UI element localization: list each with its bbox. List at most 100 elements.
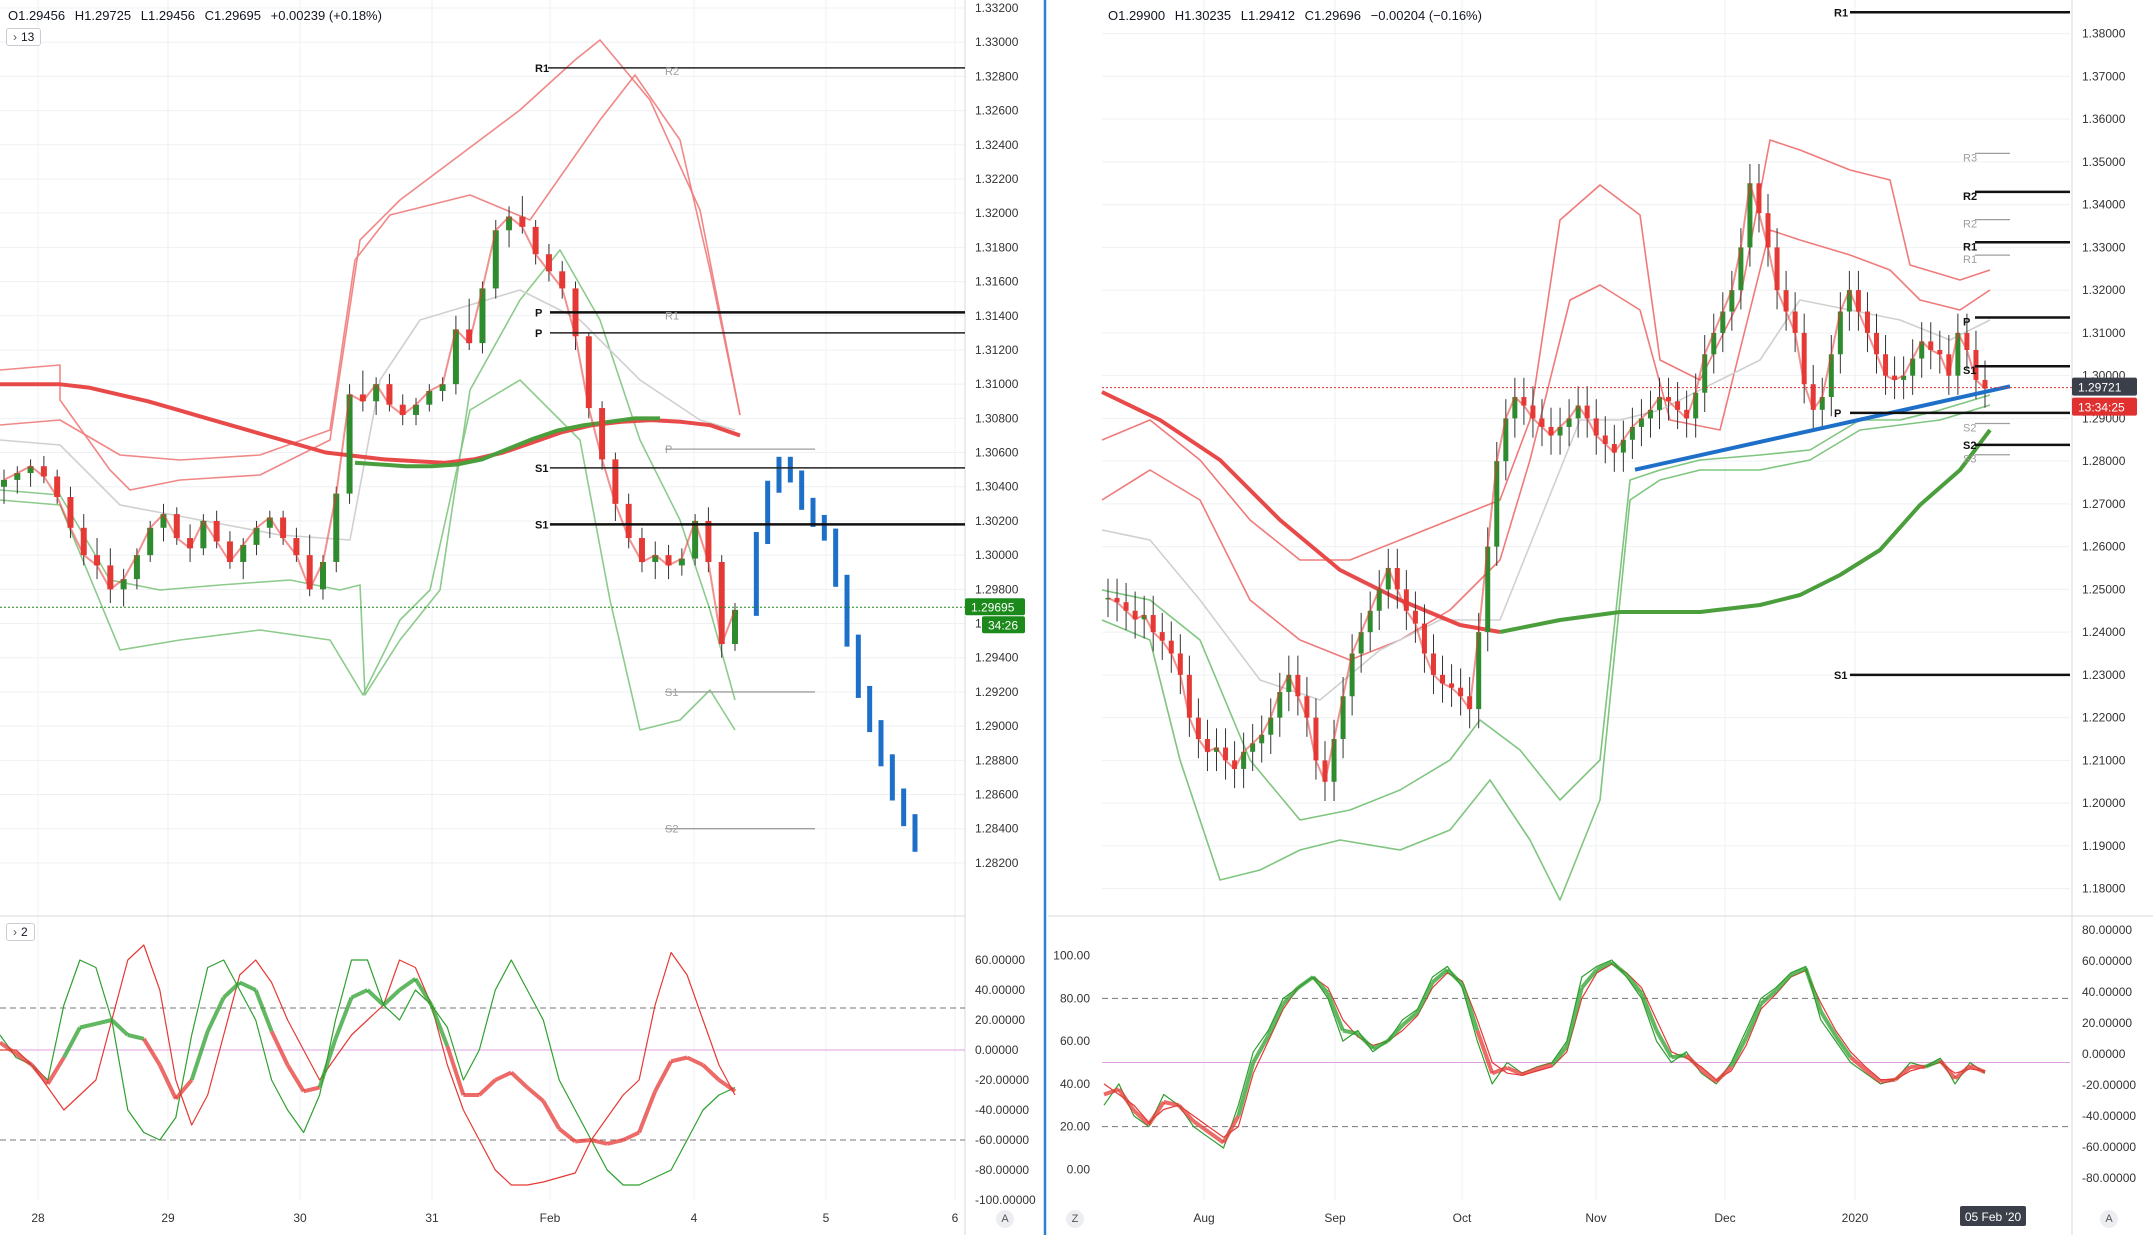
- left-price-tick: 1.32200: [975, 172, 1019, 186]
- bb-lower-outer: [1101, 404, 1991, 901]
- left-osc-tick: -100.00000: [975, 1193, 1036, 1207]
- right-price-tick: 1.34000: [2082, 198, 2126, 212]
- right-price-tick: 1.32000: [2082, 283, 2126, 297]
- left-price-tick: 1.29400: [975, 651, 1019, 665]
- stoch-thick-seg: [1386, 1023, 1405, 1043]
- indicator-count: 13: [21, 30, 35, 44]
- right-price-tick: 1.26000: [2082, 540, 2126, 554]
- left-price-tick: 1.32800: [975, 69, 1019, 83]
- right-osc-left-tick: 0.00: [1067, 1162, 1091, 1176]
- stoch-thick-seg: [1864, 1068, 1882, 1084]
- stoch-thick-seg: [398, 977, 417, 992]
- projection-bar: [810, 497, 816, 527]
- stoch-thick-seg: [1460, 983, 1480, 1032]
- right-osc-right-tick: 20.00000: [2082, 1016, 2132, 1030]
- left-price-tick: 1.28200: [975, 856, 1019, 870]
- stoch-thick-seg: [541, 1100, 561, 1130]
- stoch-thick-seg: [205, 996, 226, 1033]
- stoch-thick-seg: [1491, 1065, 1508, 1076]
- sma-gray: [1101, 299, 1991, 701]
- stoch-thick-seg: [1880, 1077, 1896, 1084]
- stoch-thick-seg: [1625, 973, 1644, 995]
- left-price-tick: 1.30400: [975, 480, 1019, 494]
- stoch-thick-seg: [127, 1033, 145, 1041]
- left-price-tick: 1.31000: [975, 377, 1019, 391]
- right-price-tick: 1.28000: [2082, 454, 2126, 468]
- right-change: −0.00204 (−0.16%): [1370, 8, 1482, 23]
- right-osc-right-tick: 40.00000: [2082, 985, 2132, 999]
- right-osc-right-tick: 80.00000: [2082, 923, 2132, 937]
- projection-bar: [867, 685, 873, 733]
- right-osc-left-tick: 20.00: [1060, 1120, 1090, 1134]
- right-price-tick: 1.25000: [2082, 582, 2126, 596]
- left-osc-tick: -80.00000: [975, 1163, 1029, 1177]
- right-price-tick: 1.24000: [2082, 625, 2126, 639]
- left-indicators-toggle[interactable]: › 13: [6, 28, 42, 46]
- stoch-thick-seg: [1207, 1130, 1225, 1145]
- left-ohlc-readout: O1.29456 H1.29725 L1.29456 C1.29695 +0.0…: [8, 8, 388, 23]
- right-zoom-button[interactable]: Z: [1066, 1210, 1084, 1228]
- stoch-thick-seg: [1356, 1032, 1375, 1051]
- bb-lower-inner: [1101, 394, 1991, 821]
- stoch-thick-seg: [429, 1004, 450, 1048]
- sma-gray: [0, 289, 736, 541]
- stoch-thick-seg: [509, 1071, 529, 1089]
- right-price-tick: 1.19000: [2082, 839, 2126, 853]
- projection-bar: [878, 720, 884, 767]
- right-osc-left-tick: 80.00: [1060, 991, 1090, 1005]
- left-osc-tick: -60.00000: [975, 1133, 1029, 1147]
- pivot-label: R1: [1963, 241, 1977, 253]
- pivot-label: R3: [1963, 152, 1977, 164]
- right-time-tick: Aug: [1193, 1211, 1214, 1225]
- stoch-thick-seg: [1281, 986, 1300, 1006]
- right-time-tick: Oct: [1453, 1211, 1472, 1225]
- left-auto-scale-button[interactable]: A: [996, 1210, 1014, 1228]
- pivot-label: S2: [1963, 423, 1976, 435]
- left-price-tick: 1.31600: [975, 275, 1019, 289]
- stoch-thick-seg: [1774, 973, 1793, 993]
- stoch-thick-seg: [1671, 1053, 1687, 1060]
- pivot-label: R1: [665, 310, 679, 322]
- stoch-thick-seg: [1117, 1088, 1136, 1112]
- left-price-tick: 1.29200: [975, 685, 1019, 699]
- left-price-tick: 1.32600: [975, 104, 1019, 118]
- stoch-thick-seg: [1475, 1029, 1495, 1074]
- left-price-tick: 1.28800: [975, 753, 1019, 767]
- stoch-thick-seg: [653, 1060, 673, 1093]
- last-price-text: 1.29695: [971, 600, 1015, 614]
- countdown-text: 34:26: [988, 618, 1018, 632]
- right-osc-left-tick: 100.00: [1053, 949, 1090, 963]
- stoch-thick-seg: [1894, 1065, 1912, 1082]
- right-time-tick: 2020: [1842, 1211, 1869, 1225]
- right-high: H1.30235: [1174, 8, 1232, 23]
- projection-bar: [821, 514, 827, 541]
- left-osc-toggle[interactable]: › 2: [6, 923, 35, 941]
- projection-bar: [765, 480, 771, 545]
- left-high: H1.29725: [74, 8, 132, 23]
- bb-upper-outer: [1101, 139, 1991, 561]
- stoch-thick-seg: [1521, 1067, 1538, 1077]
- stoch-thick-seg: [526, 1085, 545, 1103]
- right-price-tick: 1.21000: [2082, 753, 2126, 767]
- stoch-thick-seg: [1266, 1002, 1286, 1037]
- stoch-thick-seg: [477, 1078, 497, 1097]
- stoch-thick-seg: [686, 1055, 704, 1067]
- stoch-thick-seg: [1296, 975, 1315, 990]
- osc-count: 2: [21, 925, 28, 939]
- stoch-thick-seg: [238, 980, 257, 992]
- right-price-tick: 1.38000: [2082, 27, 2126, 41]
- left-price-tick: 1.30200: [975, 514, 1019, 528]
- left-open: O1.29456: [8, 8, 66, 23]
- bb-upper-inner: [0, 74, 741, 461]
- stoch-thick-seg: [1834, 1034, 1853, 1059]
- left-osc-tick: 40.00000: [975, 983, 1025, 997]
- right-price-tick: 1.36000: [2082, 112, 2126, 126]
- projection-bar: [776, 456, 782, 493]
- pivot-label: R1: [535, 63, 549, 75]
- left-price-tick: 1.31800: [975, 240, 1019, 254]
- right-price-tick: 1.31000: [2082, 326, 2126, 340]
- right-auto-scale-button[interactable]: A: [2100, 1210, 2118, 1228]
- stoch-slow-thin: [0, 944, 736, 1186]
- projection-bar: [787, 456, 793, 483]
- left-time-tick: Feb: [540, 1211, 561, 1225]
